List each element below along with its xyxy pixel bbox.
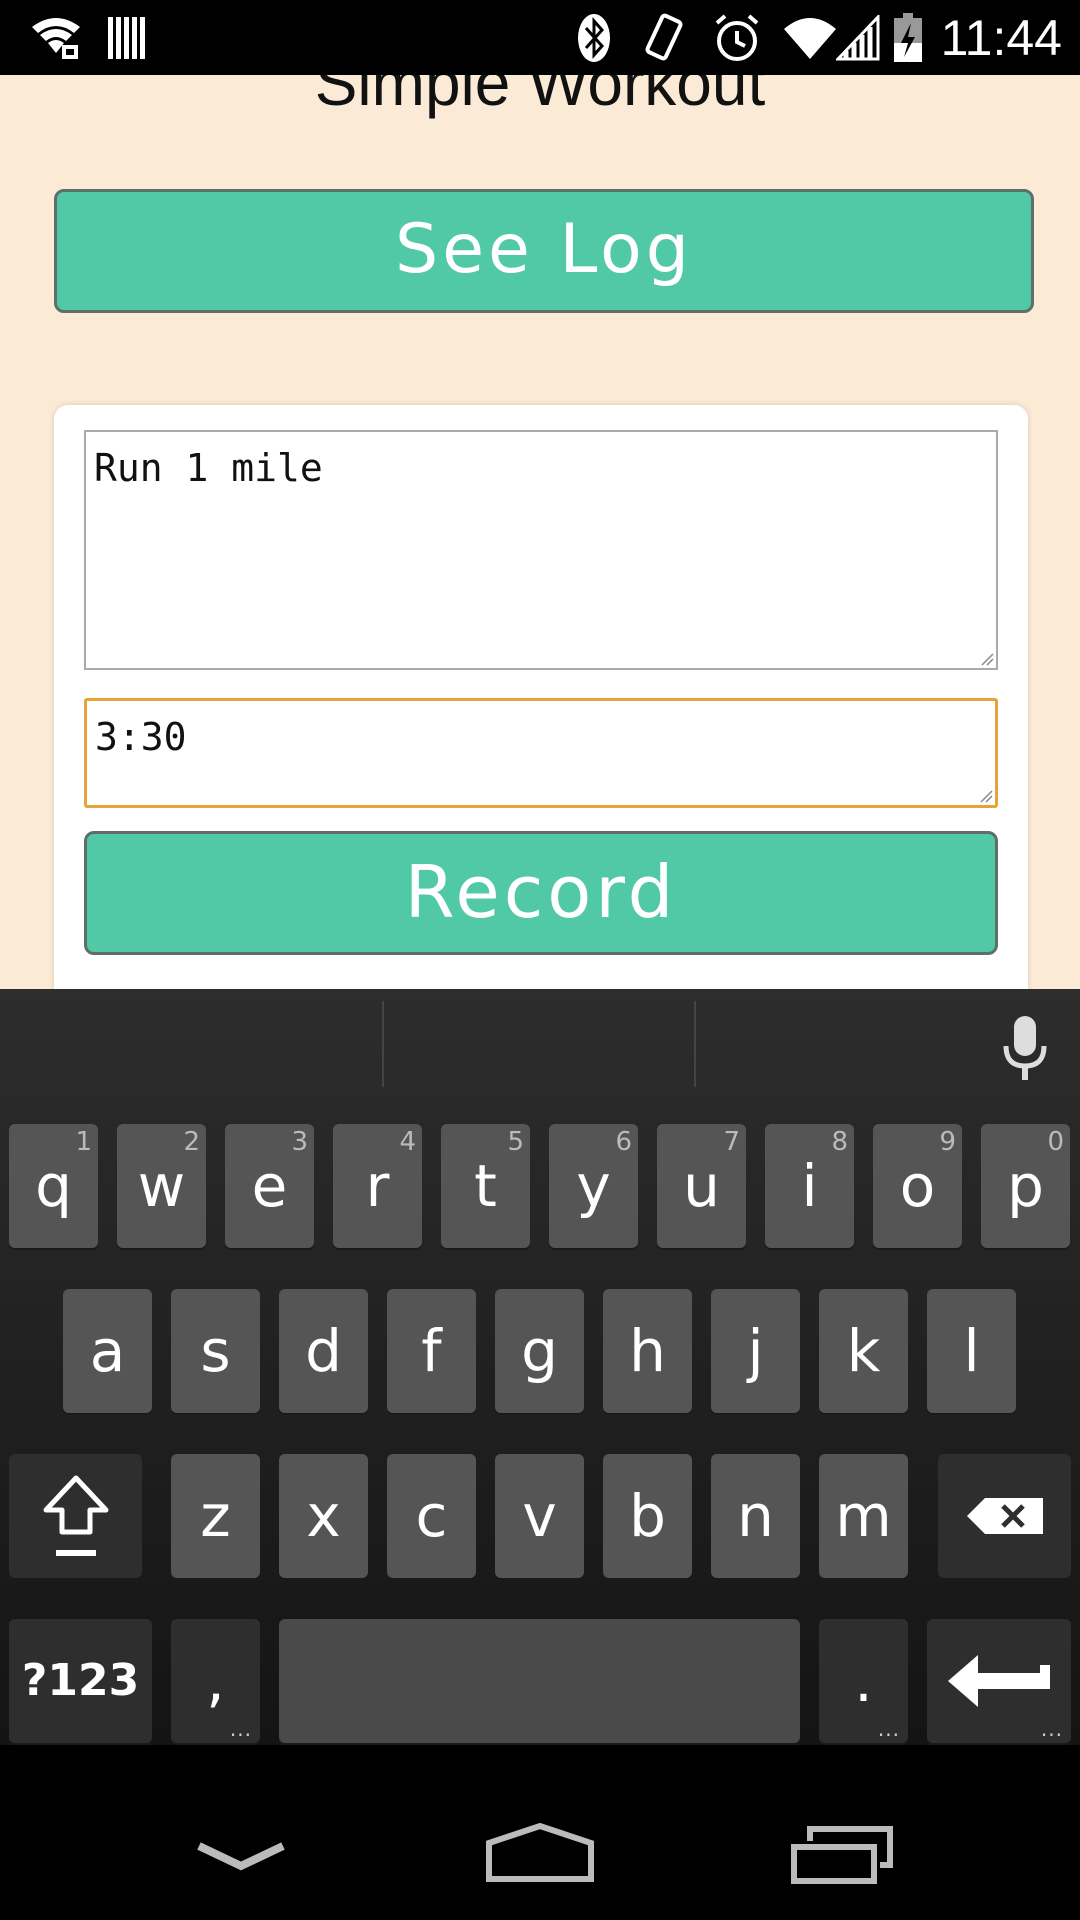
- key-label: e: [251, 1152, 288, 1220]
- key-m[interactable]: m: [819, 1454, 908, 1578]
- key-n[interactable]: n: [711, 1454, 800, 1578]
- see-log-button[interactable]: See Log: [54, 189, 1034, 313]
- barcode-icon: [104, 10, 148, 66]
- key-label: q: [35, 1152, 72, 1220]
- soft-keyboard: q1 w2 e3 r4 t5 y6 u7 i8 o9 p0 a s d f g …: [0, 989, 1080, 1745]
- key-t[interactable]: t5: [441, 1124, 530, 1248]
- shift-icon: [43, 1475, 108, 1556]
- key-s[interactable]: s: [171, 1289, 260, 1413]
- recents-icon[interactable]: [790, 1825, 894, 1889]
- key-hint: 9: [939, 1127, 956, 1157]
- suggestion-strip: [0, 989, 1080, 1099]
- page-title: Simple Workout: [314, 75, 766, 119]
- wifi-lock-icon: [26, 10, 86, 66]
- workout-description-value: Run 1 mile: [94, 446, 323, 490]
- key-l[interactable]: l: [927, 1289, 1016, 1413]
- backspace-icon: [966, 1498, 1043, 1534]
- resize-grip-icon[interactable]: [980, 652, 994, 666]
- alarm-icon: [712, 10, 762, 66]
- key-hint: 5: [507, 1127, 524, 1157]
- comma-key[interactable]: ,...: [171, 1619, 260, 1743]
- key-b[interactable]: b: [603, 1454, 692, 1578]
- key-label: .: [854, 1647, 873, 1715]
- key-hint: 6: [615, 1127, 632, 1157]
- navigation-bar: [0, 1745, 1080, 1920]
- key-hint: 3: [291, 1127, 308, 1157]
- key-c[interactable]: c: [387, 1454, 476, 1578]
- key-hint: 8: [831, 1127, 848, 1157]
- record-button[interactable]: Record: [84, 831, 998, 955]
- key-label: p: [1007, 1152, 1044, 1220]
- key-label: w: [137, 1152, 186, 1220]
- status-bar: 11:44: [0, 0, 1080, 75]
- back-chevron-icon[interactable]: [195, 1840, 287, 1880]
- key-label: r: [365, 1152, 390, 1220]
- home-icon[interactable]: [485, 1822, 595, 1887]
- key-f[interactable]: f: [387, 1289, 476, 1413]
- key-hint: 7: [723, 1127, 740, 1157]
- signal-icon: [836, 10, 880, 66]
- key-p[interactable]: p0: [981, 1124, 1070, 1248]
- key-u[interactable]: u7: [657, 1124, 746, 1248]
- key-r[interactable]: r4: [333, 1124, 422, 1248]
- suggestion-divider: [382, 1001, 384, 1087]
- key-e[interactable]: e3: [225, 1124, 314, 1248]
- key-hint: 0: [1047, 1127, 1064, 1157]
- key-o[interactable]: o9: [873, 1124, 962, 1248]
- more-keys-indicator: ...: [1040, 1717, 1063, 1741]
- key-label: ,: [206, 1647, 225, 1715]
- key-k[interactable]: k: [819, 1289, 908, 1413]
- more-keys-indicator: ...: [877, 1717, 900, 1741]
- key-label: y: [576, 1152, 611, 1220]
- key-d[interactable]: d: [279, 1289, 368, 1413]
- mic-icon[interactable]: [1000, 1014, 1050, 1088]
- key-w[interactable]: w2: [117, 1124, 206, 1248]
- key-j[interactable]: j: [711, 1289, 800, 1413]
- key-hint: 2: [183, 1127, 200, 1157]
- key-hint: 1: [75, 1127, 92, 1157]
- key-g[interactable]: g: [495, 1289, 584, 1413]
- key-hint: 4: [399, 1127, 416, 1157]
- resize-grip-icon[interactable]: [979, 789, 993, 803]
- battery-charging-icon: [890, 10, 926, 66]
- backspace-key[interactable]: [938, 1454, 1071, 1578]
- wifi-icon: [782, 10, 838, 66]
- space-key[interactable]: [279, 1619, 800, 1743]
- key-i[interactable]: i8: [765, 1124, 854, 1248]
- key-z[interactable]: z: [171, 1454, 260, 1578]
- period-key[interactable]: ....: [819, 1619, 908, 1743]
- enter-icon: [948, 1655, 1050, 1707]
- symbols-key[interactable]: ?123: [9, 1619, 152, 1743]
- workout-form-card: Run 1 mile 3:30 Record: [54, 405, 1028, 989]
- key-label: i: [801, 1152, 818, 1220]
- key-x[interactable]: x: [279, 1454, 368, 1578]
- more-keys-indicator: ...: [229, 1717, 252, 1741]
- key-a[interactable]: a: [63, 1289, 152, 1413]
- key-label: t: [474, 1152, 497, 1220]
- key-y[interactable]: y6: [549, 1124, 638, 1248]
- workout-time-value: 3:30: [95, 715, 187, 759]
- key-q[interactable]: q1: [9, 1124, 98, 1248]
- vibrate-icon: [640, 10, 690, 66]
- key-v[interactable]: v: [495, 1454, 584, 1578]
- enter-key[interactable]: ...: [927, 1619, 1071, 1743]
- shift-key[interactable]: [9, 1454, 142, 1578]
- key-label: u: [683, 1152, 720, 1220]
- workout-description-field[interactable]: Run 1 mile: [84, 430, 998, 670]
- workout-time-field[interactable]: 3:30: [84, 698, 998, 808]
- suggestion-divider: [694, 1001, 696, 1087]
- clock: 11:44: [940, 10, 1062, 66]
- bluetooth-icon: [574, 10, 614, 66]
- app-screen: Simple Workout See Log Run 1 mile 3:30 R…: [0, 75, 1080, 989]
- key-h[interactable]: h: [603, 1289, 692, 1413]
- key-label: o: [899, 1152, 936, 1220]
